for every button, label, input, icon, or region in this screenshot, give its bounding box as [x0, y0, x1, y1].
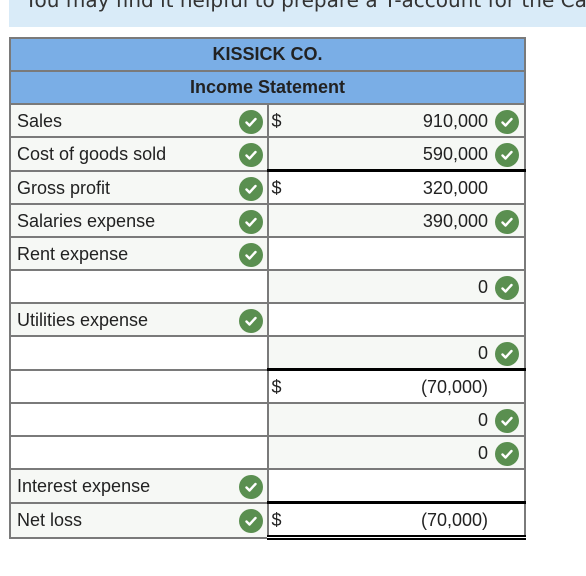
account-label: Interest expense: [17, 476, 151, 496]
account-label-cell[interactable]: Gross profit: [9, 169, 269, 205]
amount-cell[interactable]: $320,000: [266, 169, 526, 205]
check-icon: [238, 475, 263, 499]
check-icon: [495, 143, 519, 167]
check-icon: [495, 442, 519, 466]
check-icon: [495, 409, 519, 433]
check-icon: [238, 110, 263, 134]
amount-cell[interactable]: 0: [266, 402, 526, 437]
table-row: Utilities expense: [9, 302, 526, 337]
amount-cell[interactable]: $ (70,000): [266, 368, 526, 404]
account-label-cell[interactable]: [9, 435, 269, 470]
amount-value: 0: [477, 277, 488, 297]
amount-cell[interactable]: 0: [266, 435, 526, 470]
amount-value: 910,000: [422, 111, 488, 131]
dollar-sign: $: [271, 377, 282, 397]
amount-value: 590,000: [422, 144, 488, 164]
account-label-cell[interactable]: Cost of goods sold: [9, 136, 269, 172]
account-label-cell[interactable]: Interest expense: [9, 468, 269, 504]
table-row: 0: [9, 435, 526, 470]
account-label-cell[interactable]: [9, 402, 269, 437]
hint-text: You may find it helpful to prepare a T-a…: [25, 0, 586, 12]
amount-value: 390,000: [422, 211, 488, 231]
dollar-sign: $: [271, 178, 282, 198]
amount-cell[interactable]: [266, 236, 526, 271]
dollar-sign: $: [271, 510, 282, 530]
check-icon: [495, 210, 519, 234]
table-row: 0: [9, 402, 526, 437]
account-label-cell[interactable]: Rent expense: [9, 236, 269, 271]
account-label: Rent expense: [17, 244, 129, 264]
table-row: Gross profit $320,000: [9, 169, 526, 205]
amount-value: 0: [477, 410, 488, 430]
account-label: Gross profit: [17, 177, 111, 198]
account-label: Salaries expense: [17, 211, 156, 231]
account-label-cell[interactable]: Salaries expense: [9, 203, 269, 238]
amount-cell[interactable]: 0: [266, 269, 526, 304]
amount-value: 0: [477, 343, 488, 363]
account-label: Cost of goods sold: [17, 144, 167, 164]
table-row: Net loss $ (70,000): [9, 501, 526, 540]
check-icon: [495, 110, 519, 134]
check-icon: [238, 143, 263, 167]
dollar-sign: $: [271, 111, 282, 131]
amount-cell[interactable]: 0: [266, 335, 526, 371]
amount-cell[interactable]: [266, 302, 526, 337]
amount-cell[interactable]: [266, 468, 526, 504]
account-label-cell[interactable]: Sales: [9, 103, 269, 138]
table-row: Interest expense: [9, 468, 526, 504]
account-label-cell[interactable]: Utilities expense: [9, 302, 269, 337]
amount-value: 320,000: [422, 178, 488, 198]
income-statement-table: KISSICK CO. Income Statement Sales $910,0…: [9, 37, 526, 540]
account-label-cell[interactable]: Net loss: [9, 501, 269, 539]
account-label: Net loss: [17, 509, 83, 530]
check-icon: [495, 276, 519, 300]
check-icon: [238, 176, 263, 201]
company-name: KISSICK CO.: [9, 37, 526, 72]
amount-cell[interactable]: $910,000: [266, 103, 526, 138]
check-icon: [238, 243, 263, 267]
account-label: Utilities expense: [17, 310, 149, 330]
check-icon: [495, 342, 519, 366]
amount-cell[interactable]: $ (70,000): [266, 501, 526, 540]
hint-banner: You may find it helpful to prepare a T-a…: [9, 0, 586, 27]
check-icon: [238, 508, 263, 533]
amount-value: (70,000): [420, 377, 488, 397]
account-label-cell[interactable]: [9, 335, 269, 371]
account-label: Sales: [17, 111, 63, 131]
check-icon: [238, 210, 263, 234]
amount-cell[interactable]: 590,000: [266, 136, 526, 172]
table-row: Rent expense: [9, 236, 526, 271]
amount-cell[interactable]: 390,000: [266, 203, 526, 238]
account-label-cell[interactable]: [9, 269, 269, 304]
table-row: 0: [9, 335, 526, 371]
check-icon: [238, 309, 263, 333]
amount-value: 0: [477, 443, 488, 463]
table-row: Cost of goods sold 590,000: [9, 136, 526, 172]
table-row: Salaries expense 390,000: [9, 203, 526, 238]
account-label-cell[interactable]: [9, 368, 269, 404]
table-row: $ (70,000): [9, 368, 526, 404]
statement-title: Income Statement: [9, 70, 526, 105]
amount-value: (70,000): [420, 510, 488, 530]
table-row: Sales $910,000: [9, 103, 526, 138]
table-row: 0: [9, 269, 526, 304]
